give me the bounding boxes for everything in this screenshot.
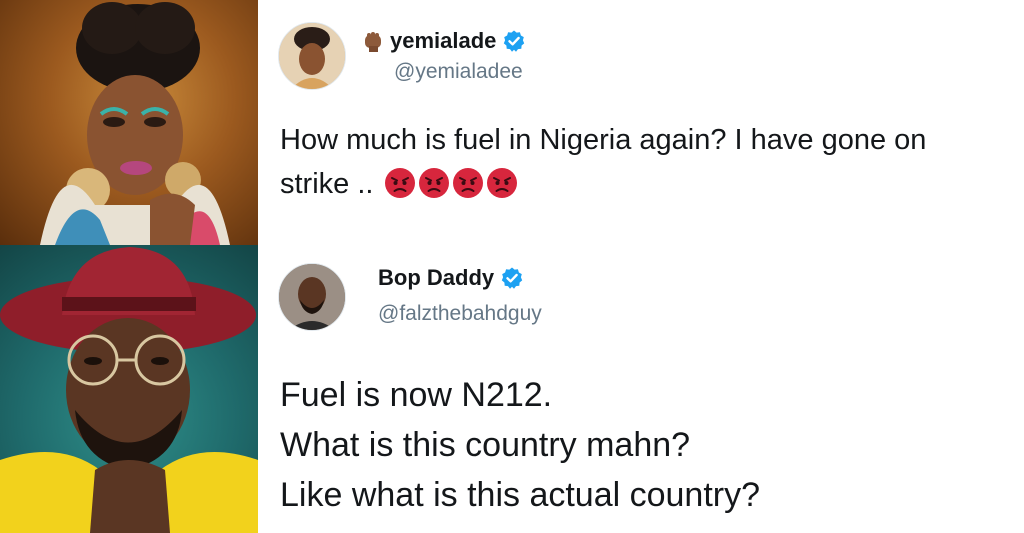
tweet-line: strike ..	[280, 162, 926, 206]
verified-badge-icon	[502, 29, 526, 53]
angry-face-emoji	[486, 167, 518, 199]
display-name[interactable]: Bop Daddy	[378, 265, 494, 291]
tweet-line: How much is fuel in Nigeria again? I hav…	[280, 124, 927, 156]
photo-yemi-alade	[0, 0, 258, 245]
avatar[interactable]	[278, 22, 346, 90]
display-name[interactable]: yemialade	[390, 28, 496, 54]
handle[interactable]: @yemialadee	[394, 60, 523, 84]
photo-falz	[0, 245, 258, 533]
angry-face-emoji	[452, 167, 484, 199]
avatar[interactable]	[278, 263, 346, 331]
raised-fist-emoji	[362, 30, 384, 52]
tweet-line: Fuel is now N212.	[280, 376, 553, 414]
handle[interactable]: @falzthebahdguy	[378, 302, 542, 326]
tweet-text: Fuel is now N212. What is this country m…	[280, 370, 760, 520]
verified-badge-icon	[500, 266, 524, 290]
tweet-text: How much is fuel in Nigeria again? I hav…	[280, 118, 926, 206]
tweet-card-bop-daddy: Bop Daddy @falzthebahdguy Fuel is now N2…	[258, 245, 1024, 533]
angry-face-emoji	[384, 167, 416, 199]
author-name-row: yemialade	[362, 28, 526, 54]
angry-face-emoji	[418, 167, 450, 199]
tweet-line: What is this country mahn?	[280, 426, 691, 464]
tweet-line-text: strike ..	[280, 168, 374, 200]
author-name-row: Bop Daddy	[378, 265, 524, 291]
tweet-card-yemialade: yemialade @yemialadee How much is fuel i…	[258, 0, 1024, 245]
tweet-line: Like what is this actual country?	[280, 476, 761, 514]
